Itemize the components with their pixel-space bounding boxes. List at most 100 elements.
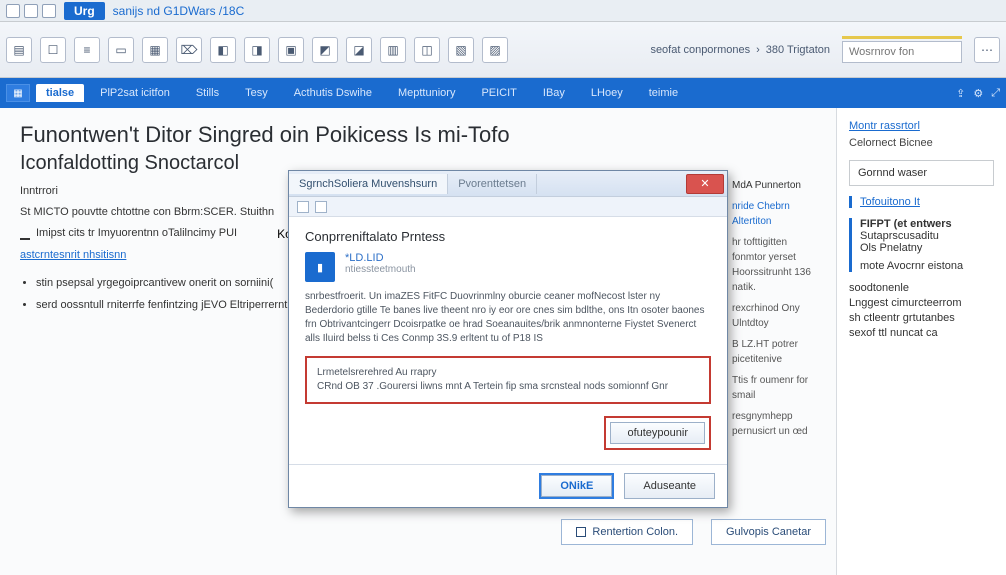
ribbon-tab-4[interactable]: Acthutis Dswihe bbox=[284, 84, 382, 102]
ribbon-tab-6[interactable]: PEICIT bbox=[471, 84, 526, 102]
back-icon[interactable] bbox=[6, 4, 20, 18]
ribbon-tab-5[interactable]: Mepttuniory bbox=[388, 84, 465, 102]
inline-link[interactable]: astcrntesnrit nhsitisnn bbox=[20, 249, 126, 261]
cancel-button[interactable]: Aduseante bbox=[624, 473, 715, 499]
ribbon-tab-7[interactable]: IBay bbox=[533, 84, 575, 102]
refresh-icon[interactable] bbox=[24, 4, 38, 18]
dialog-heading: Conprreniftalato Prntess bbox=[305, 229, 711, 244]
context-item: resgnymhepp pernusicrt un œd bbox=[732, 409, 822, 439]
home-icon[interactable] bbox=[42, 4, 56, 18]
dialog-footer: ONikE Aduseante bbox=[289, 464, 727, 507]
warning-line-2: CRnd OB 37 .Gourersi liwns mnt A Tertein… bbox=[317, 380, 699, 394]
ribbon-tab-2[interactable]: Stills bbox=[186, 84, 229, 102]
sidebar-accent-text: Tofouitono It bbox=[860, 196, 920, 208]
search-input[interactable] bbox=[842, 41, 962, 63]
tool-icon-3[interactable]: ≡ bbox=[74, 37, 100, 63]
sidebar-list: soodtonenle Lnggest cimurcteerrom sh ctl… bbox=[849, 282, 994, 339]
list-icon bbox=[20, 232, 30, 240]
search-container bbox=[842, 36, 962, 63]
icon-toolbar: ▤ ☐ ≡ ▭ ▦ ⌦ ◧ ◨ ▣ ◩ ◪ ▥ ◫ ▧ ▨ seofat con… bbox=[0, 22, 1006, 78]
ribbon-settings-icon[interactable]: ⚙ bbox=[973, 87, 983, 100]
window-controls bbox=[6, 4, 56, 18]
ribbon-tab-0[interactable]: tialse bbox=[36, 84, 84, 102]
ribbon-tab-8[interactable]: LHoey bbox=[581, 84, 633, 102]
breadcrumb-part-2: 380 Trigtaton bbox=[766, 44, 830, 56]
ok-button[interactable]: ONikE bbox=[541, 475, 612, 497]
context-item: Ttis fr oumenr for smail bbox=[732, 373, 822, 403]
dialog-tool-icon[interactable] bbox=[297, 201, 309, 213]
sidebar: Montr rassrtorl Celornect Bicnee Gornnd … bbox=[836, 108, 1006, 575]
feature-row: Imipst cits tr Imyuorentnn oTalilncimy P… bbox=[20, 227, 237, 241]
toolbar-menu-icon[interactable]: ⋯ bbox=[974, 37, 1000, 63]
chevron-right-icon: › bbox=[756, 44, 760, 56]
context-item[interactable]: nride Chebrn Altertiton bbox=[732, 199, 822, 229]
dialog-item-sub: ntiessteetmouth bbox=[345, 264, 416, 275]
dialog-tab-secondary[interactable]: Pvorenttetsen bbox=[448, 174, 537, 194]
tool-icon-15[interactable]: ▨ bbox=[482, 37, 508, 63]
tool-icon-9[interactable]: ▣ bbox=[278, 37, 304, 63]
tool-icon-8[interactable]: ◨ bbox=[244, 37, 270, 63]
dialog-titlebar[interactable]: SgrnchSoliera Muvenshsurn Pvorenttetsen … bbox=[289, 171, 727, 197]
window-chrome: Urg sanijs nd G1DWars /18C bbox=[0, 0, 1006, 22]
action-button-left-label: Rentertion Colon. bbox=[592, 526, 678, 538]
ribbon-tab-9[interactable]: teimie bbox=[639, 84, 688, 102]
action-button-right[interactable]: Gulvopis Canetar bbox=[711, 519, 826, 545]
tool-icon-6[interactable]: ⌦ bbox=[176, 37, 202, 63]
dialog-warning-box: Lrmetelsrerehred Au rrapry CRnd OB 37 .G… bbox=[305, 356, 711, 404]
dialog-description: snrbestfroerit. Un imaZES FitFC Duovrinm… bbox=[305, 290, 711, 346]
tool-icon-5[interactable]: ▦ bbox=[142, 37, 168, 63]
context-item: rexcrhinod Ony Ulntdtoy bbox=[732, 301, 822, 331]
app-icon[interactable]: ▦ bbox=[6, 84, 30, 102]
tool-icon-13[interactable]: ◫ bbox=[414, 37, 440, 63]
ribbon-share-icon[interactable]: ⇪ bbox=[956, 87, 965, 100]
close-icon[interactable]: ✕ bbox=[686, 174, 724, 194]
context-panel: MdA Punnerton nride Chebrn Altertiton hr… bbox=[732, 178, 822, 445]
url-text: sanijs nd G1DWars /18C bbox=[113, 4, 245, 18]
sidebar-list-item: Lnggest cimurcteerrom bbox=[849, 297, 994, 309]
action-button-right-label: Gulvopis Canetar bbox=[726, 526, 811, 538]
tool-icon-12[interactable]: ▥ bbox=[380, 37, 406, 63]
tool-icon-10[interactable]: ◩ bbox=[312, 37, 338, 63]
url-scheme-chip: Urg bbox=[64, 2, 105, 20]
ribbon-tab-3[interactable]: Tesy bbox=[235, 84, 278, 102]
tool-icon-4[interactable]: ▭ bbox=[108, 37, 134, 63]
tool-icon-14[interactable]: ▧ bbox=[448, 37, 474, 63]
ribbon-expand-icon[interactable]: ⤢ bbox=[991, 87, 1000, 100]
dialog-tool-icon[interactable] bbox=[315, 201, 327, 213]
sidebar-list-item: soodtonenle bbox=[849, 282, 994, 294]
tool-icon-7[interactable]: ◧ bbox=[210, 37, 236, 63]
modal-dialog: SgrnchSoliera Muvenshsurn Pvorenttetsen … bbox=[288, 170, 728, 508]
highlighted-button-frame: ofuteypounir bbox=[604, 416, 711, 450]
sidebar-accent-link[interactable]: Tofouitono It bbox=[849, 196, 994, 208]
action-button-left[interactable]: Rentertion Colon. bbox=[561, 519, 693, 545]
sidebar-box[interactable]: Gornnd waser bbox=[849, 160, 994, 186]
warning-line-1: Lrmetelsrerehred Au rrapry bbox=[317, 366, 699, 380]
dialog-tab-active[interactable]: SgrnchSoliera Muvenshsurn bbox=[289, 174, 448, 194]
sidebar-group-title: FIFPT (et entwers bbox=[860, 218, 994, 230]
feature-text: Imipst cits tr Imyuorentnn oTalilncimy P… bbox=[36, 227, 237, 239]
dialog-item-label: *LD.LID bbox=[345, 252, 416, 264]
tool-icon-1[interactable]: ▤ bbox=[6, 37, 32, 63]
page-actions: Rentertion Colon. Gulvopis Canetar bbox=[561, 519, 826, 545]
square-icon bbox=[576, 527, 586, 537]
ribbon-tab-1[interactable]: PlP2sat icitfon bbox=[90, 84, 180, 102]
sidebar-list-item: sexof ttl nuncat ca bbox=[849, 327, 994, 339]
ribbon: ▦ tialse PlP2sat icitfon Stills Tesy Act… bbox=[0, 78, 1006, 108]
dialog-body: Conprreniftalato Prntess ▮ *LD.LID nties… bbox=[289, 217, 727, 464]
sidebar-link[interactable]: Montr rassrtorl bbox=[849, 120, 994, 132]
sidebar-note: Celornect Bicnee bbox=[849, 136, 994, 150]
dialog-badge-icon: ▮ bbox=[305, 252, 335, 282]
primary-button-frame: ONikE bbox=[539, 473, 614, 499]
tool-icon-2[interactable]: ☐ bbox=[40, 37, 66, 63]
page-title: Funontwen't Ditor Singred oin Poikicess … bbox=[20, 122, 816, 148]
context-title: MdA Punnerton bbox=[732, 178, 822, 193]
sidebar-group-item: Sutaprscusaditu bbox=[860, 230, 994, 242]
dialog-action-button[interactable]: ofuteypounir bbox=[610, 422, 705, 444]
sidebar-list-item: sh ctleentr grtutanbes bbox=[849, 312, 994, 324]
sidebar-group: FIFPT (et entwers Sutaprscusaditu Ols Pn… bbox=[849, 218, 994, 272]
dialog-toolbar bbox=[289, 197, 727, 217]
breadcrumb: seofat conpormones › 380 Trigtaton ⋯ bbox=[650, 36, 1000, 63]
sidebar-group-item: Ols Pnelatny bbox=[860, 242, 994, 254]
context-item: hr tofttigitten fonmtor yerset Hoorssitr… bbox=[732, 235, 822, 295]
tool-icon-11[interactable]: ◪ bbox=[346, 37, 372, 63]
